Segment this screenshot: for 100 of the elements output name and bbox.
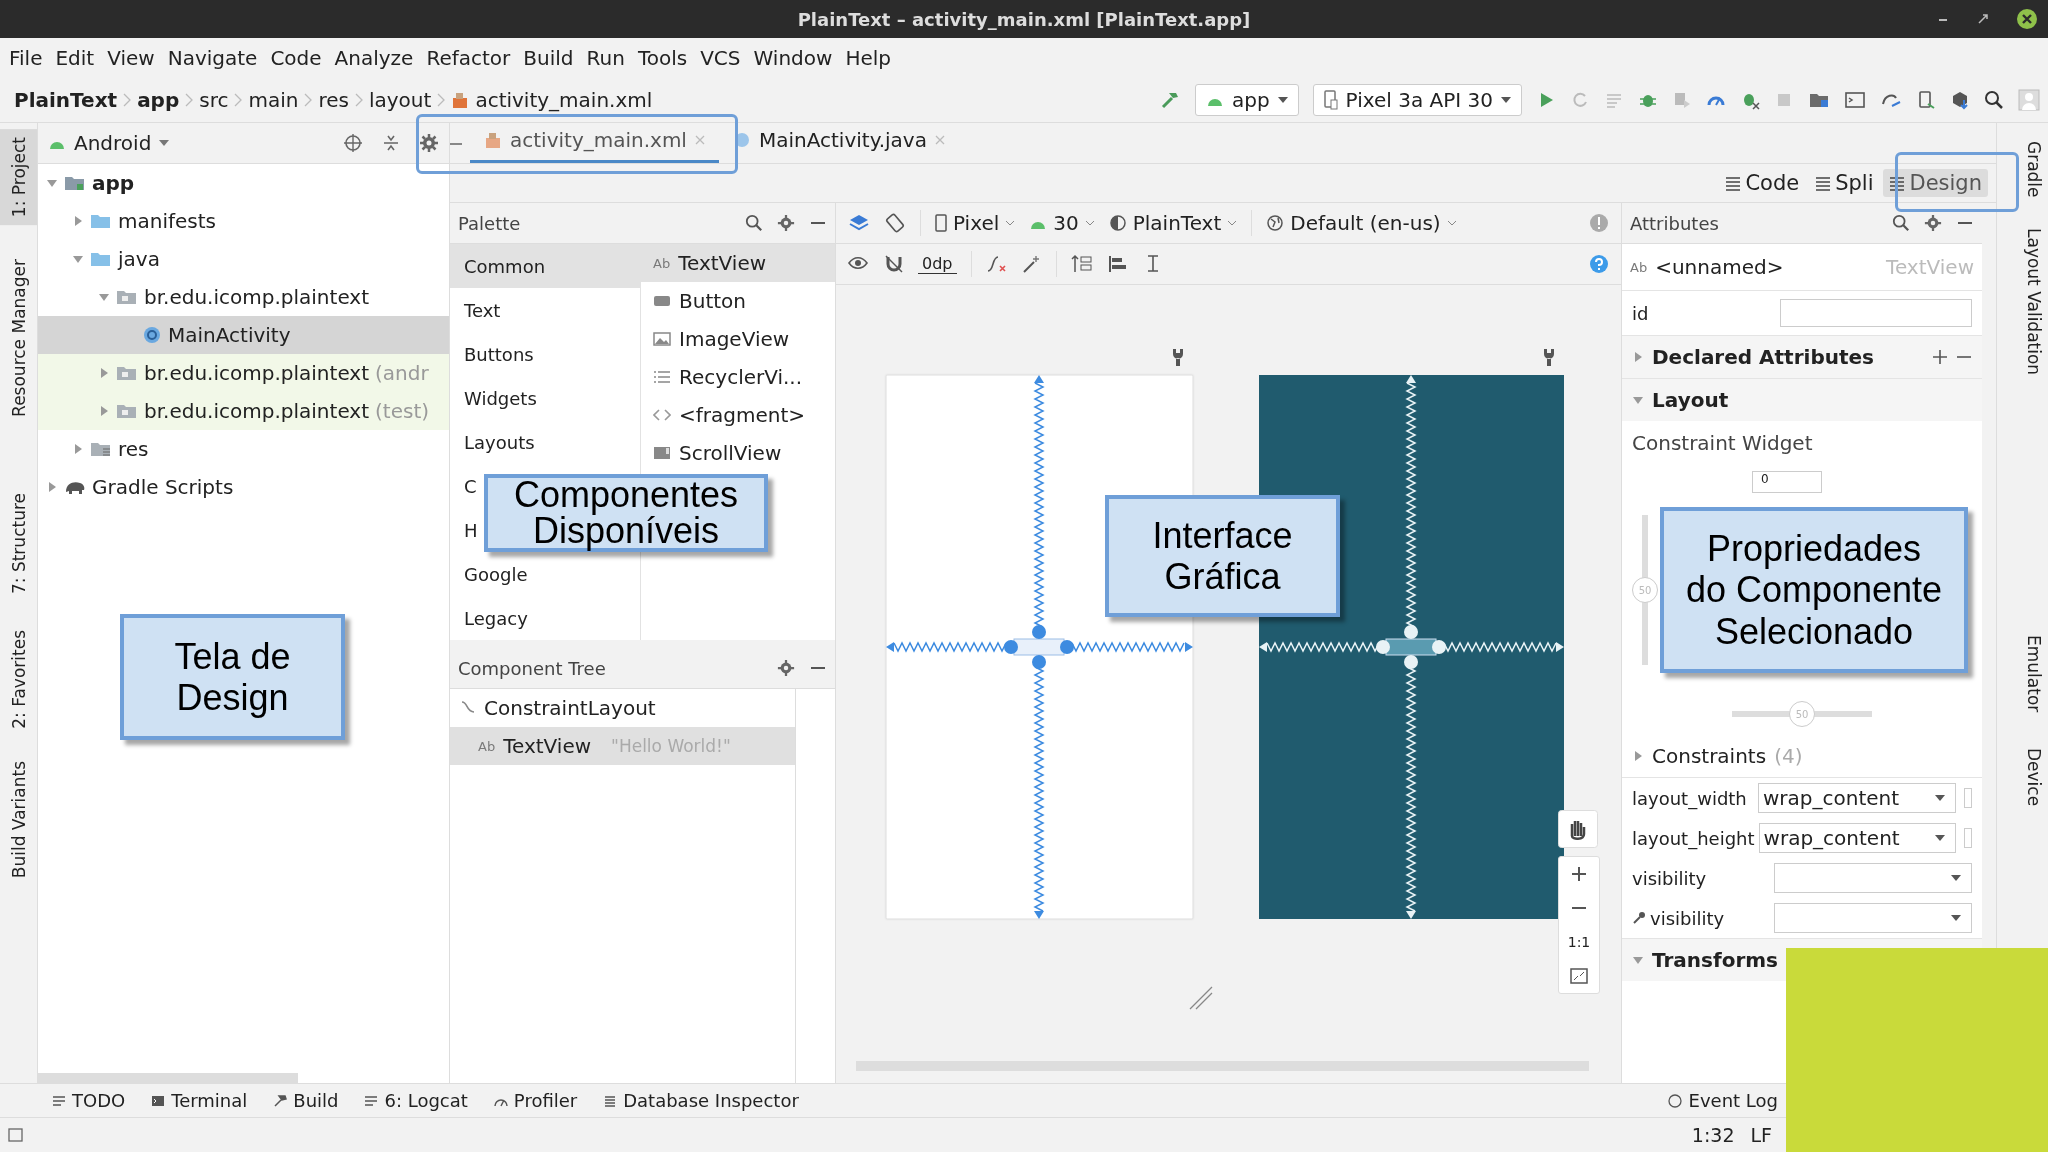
default-margin-button[interactable]: 0dp: [918, 254, 957, 274]
expand-arrow-icon[interactable]: [98, 291, 110, 303]
palette-category[interactable]: Google: [460, 552, 532, 596]
expand-arrow-icon[interactable]: [72, 215, 84, 227]
tool-window-tab[interactable]: 2: Favorites: [0, 622, 37, 737]
expand-arrow-icon[interactable]: [98, 405, 110, 417]
id-field[interactable]: [1780, 299, 1972, 327]
menu-item[interactable]: VCS: [697, 46, 751, 70]
expand-arrow-icon[interactable]: [46, 481, 58, 493]
section-header[interactable]: Constraints: [1652, 744, 1767, 768]
tool-window-tab[interactable]: Terminal: [151, 1090, 248, 1111]
pan-hand-icon[interactable]: [1558, 810, 1598, 848]
tree-item[interactable]: java: [38, 240, 449, 278]
menu-item[interactable]: Run: [583, 46, 635, 70]
palette-category[interactable]: C: [460, 464, 481, 508]
line-ending[interactable]: LF: [1750, 1124, 1772, 1146]
settings-icon[interactable]: [777, 659, 795, 677]
tree-item[interactable]: br.edu.icomp.plaintext (test): [38, 392, 449, 430]
menu-item[interactable]: Code: [267, 46, 332, 70]
expand-arrow-icon[interactable]: [46, 177, 58, 189]
palette-category[interactable]: Legacy: [460, 596, 532, 640]
breadcrumb-item[interactable]: PlainText: [14, 88, 118, 112]
search-icon[interactable]: [1892, 214, 1910, 232]
editor-tab[interactable]: activity_main.xml: [470, 125, 719, 163]
menu-item[interactable]: Build: [520, 46, 584, 70]
menu-item[interactable]: Help: [842, 46, 901, 70]
collapse-icon[interactable]: [381, 133, 401, 153]
breadcrumb-item[interactable]: res: [318, 88, 349, 112]
component-tree-item[interactable]: ConstraintLayout: [450, 689, 795, 727]
section-header[interactable]: Layout: [1652, 388, 1729, 412]
tree-item[interactable]: Gradle Scripts: [38, 468, 449, 506]
tool-window-tab[interactable]: Resource Manager: [0, 251, 37, 425]
menu-item[interactable]: File: [6, 46, 53, 70]
menu-item[interactable]: Window: [750, 46, 843, 70]
target-icon[interactable]: [343, 133, 363, 153]
breadcrumb-item[interactable]: app: [137, 88, 180, 112]
attribute-dropdown[interactable]: wrap_content: [1758, 823, 1956, 853]
menu-item[interactable]: Analyze: [331, 46, 424, 70]
tool-window-tab[interactable]: Emulator: [2024, 634, 2044, 712]
section-header[interactable]: Transforms: [1652, 948, 1778, 972]
breadcrumb-item[interactable]: layout: [368, 88, 432, 112]
menu-item[interactable]: Edit: [52, 46, 105, 70]
theme-selector[interactable]: PlainText: [1108, 211, 1238, 235]
attribute-dropdown[interactable]: wrap_content: [1758, 783, 1956, 813]
expand-arrow-icon[interactable]: [72, 443, 84, 455]
palette-item[interactable]: <fragment>: [641, 396, 835, 434]
palette-category[interactable]: H: [460, 508, 482, 552]
settings-icon[interactable]: [777, 214, 795, 232]
tree-item[interactable]: manifests: [38, 202, 449, 240]
expand-arrow-icon[interactable]: [1632, 954, 1644, 966]
palette-item[interactable]: Button: [641, 282, 835, 320]
margin-field[interactable]: 0: [1752, 471, 1822, 493]
tool-window-tab[interactable]: 7: Structure: [0, 485, 37, 603]
resize-handle-icon[interactable]: [1188, 985, 1214, 1011]
palette-item[interactable]: ImageView: [641, 320, 835, 358]
tool-window-tab[interactable]: Device: [2024, 748, 2044, 807]
tool-window-tab[interactable]: Profiler: [493, 1090, 578, 1111]
run-config-dropdown[interactable]: app: [1194, 84, 1299, 116]
tree-item[interactable]: MainActivity: [38, 316, 449, 354]
panel-toggle-icon[interactable]: [8, 1127, 24, 1143]
menu-item[interactable]: View: [104, 46, 165, 70]
api-level-selector[interactable]: 30: [1029, 211, 1095, 235]
caret-position[interactable]: 1:32: [1691, 1124, 1735, 1146]
palette-item[interactable]: ScrollView: [641, 434, 835, 472]
project-view-dropdown[interactable]: Android: [48, 131, 170, 155]
palette-item[interactable]: RecyclerVi...: [641, 358, 835, 396]
tree-item[interactable]: br.edu.icomp.plaintext: [38, 278, 449, 316]
scrollbar[interactable]: [38, 1073, 298, 1083]
pack-icon[interactable]: [1070, 254, 1093, 274]
search-icon[interactable]: [1984, 90, 2004, 110]
menu-item[interactable]: Navigate: [164, 46, 268, 70]
breadcrumb-item[interactable]: activity_main.xml: [475, 88, 653, 112]
tree-item[interactable]: br.edu.icomp.plaintext (andr: [38, 354, 449, 392]
menu-item[interactable]: Tools: [634, 46, 698, 70]
expand-arrow-icon[interactable]: [72, 253, 84, 265]
close-icon[interactable]: [2016, 8, 2038, 30]
layers-icon[interactable]: [848, 213, 870, 233]
tree-item[interactable]: res: [38, 430, 449, 468]
palette-item[interactable]: Ab TextView: [641, 244, 835, 282]
expand-arrow-icon[interactable]: [98, 367, 110, 379]
expand-arrow-icon[interactable]: [1632, 394, 1644, 406]
editor-tab[interactable]: MainActivity.java: [718, 125, 959, 163]
expand-arrow-icon[interactable]: [1632, 750, 1644, 762]
tool-window-tab[interactable]: Database Inspector: [603, 1090, 799, 1111]
view-mode-button[interactable]: Design: [1883, 169, 1988, 197]
palette-category[interactable]: Common: [450, 244, 640, 288]
palette-category[interactable]: Buttons: [460, 332, 538, 376]
tool-window-tab[interactable]: 1: Project: [0, 129, 37, 226]
orientation-icon[interactable]: [884, 212, 906, 234]
device-selector[interactable]: Pixel: [935, 211, 1016, 235]
view-mode-button[interactable]: Spli: [1809, 169, 1880, 197]
device-dropdown[interactable]: Pixel 3a API 30: [1312, 84, 1522, 116]
palette-category[interactable]: Text: [460, 288, 505, 332]
palette-category[interactable]: Layouts: [460, 420, 539, 464]
device-manager-icon[interactable]: [1916, 90, 1936, 110]
tool-window-tab[interactable]: Gradle: [2024, 141, 2044, 198]
add-icon[interactable]: [1932, 349, 1948, 365]
maximize-icon[interactable]: [1976, 12, 1990, 26]
tool-window-tab[interactable]: TODO: [52, 1090, 126, 1111]
magic-wand-icon[interactable]: [1021, 254, 1042, 274]
